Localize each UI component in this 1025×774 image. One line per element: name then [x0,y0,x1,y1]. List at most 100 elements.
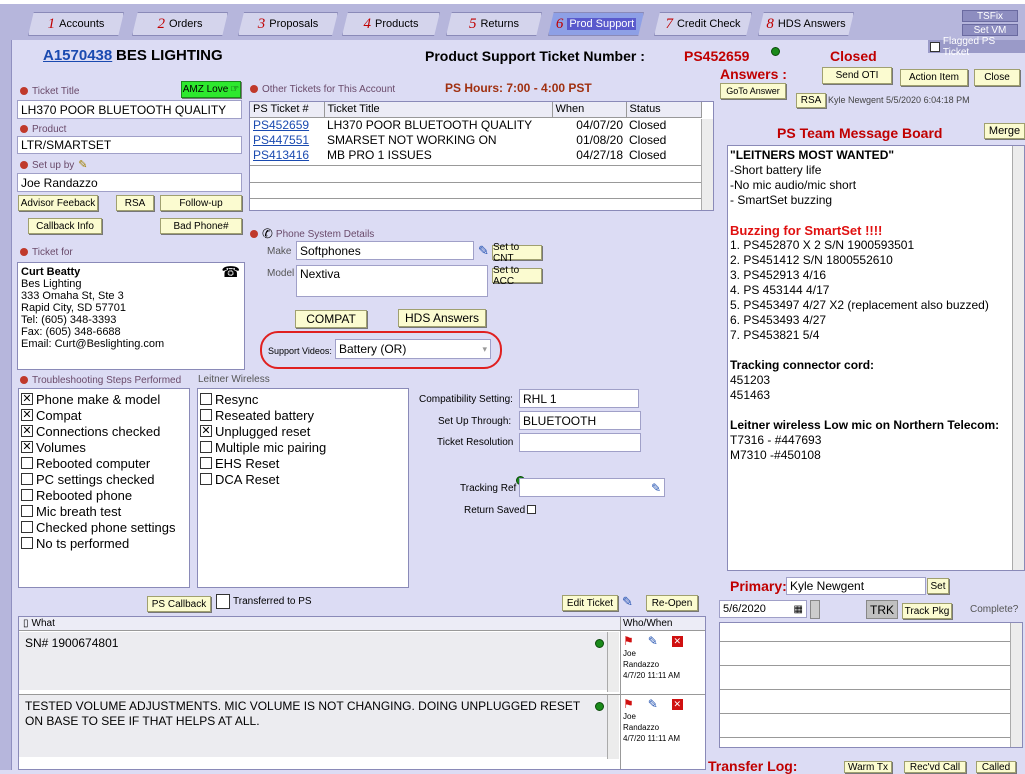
tab-orders[interactable]: 2 Orders [132,12,228,36]
ps-callback-button[interactable]: PS Callback [147,596,211,612]
note-scrollbar[interactable] [607,632,619,692]
checkbox[interactable] [21,505,33,517]
set-to-acc-button[interactable]: Set to ACC [492,265,542,287]
checklist-item[interactable]: DCA Reset [200,471,406,487]
tab-accounts[interactable]: 1 Accounts [28,12,124,36]
transferred-to-ps[interactable]: Transferred to PS [216,594,312,609]
checklist-item[interactable]: Rebooted phone [21,487,187,503]
checkbox[interactable] [21,489,33,501]
pencil-icon[interactable]: ✎ [648,635,658,647]
send-oti-button[interactable]: Send OTI [822,67,892,84]
pencil-icon[interactable]: ✎ [651,481,661,495]
bad-phone-button[interactable]: Bad Phone# [160,218,242,234]
set-button[interactable]: Set [927,578,949,594]
ticket-id-cell[interactable]: PS452659 [250,117,324,132]
checklist-item[interactable]: Reseated battery [200,407,406,423]
checkbox[interactable] [21,521,33,533]
compat-button[interactable]: COMPAT [295,310,367,328]
tracking-ref-field[interactable]: ✎ [519,478,665,497]
flag-icon[interactable]: ⚑ [623,635,634,647]
checklist-item[interactable]: Rebooted computer [21,455,187,471]
checklist-item[interactable]: ✕ Unplugged reset [200,423,406,439]
checkbox[interactable] [200,457,212,469]
board-scrollbar[interactable] [1012,146,1024,570]
checkbox[interactable]: ✕ [21,441,33,453]
checklist-item[interactable]: No ts performed [21,535,187,551]
checkbox[interactable]: ✕ [21,393,33,405]
note-entry[interactable]: TESTED VOLUME ADJUSTMENTS. MIC VOLUME IS… [19,695,607,757]
return-saved-checkbox[interactable] [527,505,537,514]
note-entry[interactable]: SN# 1900674801 [19,632,607,690]
checkbox[interactable]: ✕ [200,425,212,437]
checkbox[interactable] [200,393,212,405]
ticket-resolution-field[interactable] [519,433,641,452]
support-videos-select[interactable]: Battery (OR) ▾ [335,339,491,359]
telephone-icon[interactable]: ☎ [221,265,240,280]
called-button[interactable]: Called [976,761,1016,773]
tab-products[interactable]: 4 Products [342,12,440,36]
checklist-item[interactable]: PC settings checked [21,471,187,487]
setup-by-field[interactable]: Joe Randazzo [17,173,242,192]
checklist-item[interactable]: Resync [200,391,406,407]
col-status[interactable]: Status [626,102,702,118]
set-to-cnt-button[interactable]: Set to CNT [492,242,542,264]
date-field[interactable]: 5/6/2020 ▦ [719,600,807,618]
checkbox[interactable]: ✕ [21,425,33,437]
checkbox[interactable] [200,473,212,485]
trk-button[interactable]: TRK [866,600,898,619]
merge-button[interactable]: Merge [984,123,1025,139]
checkbox[interactable] [21,457,33,469]
col-when[interactable]: When [552,102,627,118]
tab-proposals[interactable]: 3 Proposals [238,12,338,36]
checkbox[interactable] [200,441,212,453]
checklist-item[interactable]: ✕ Phone make & model [21,391,187,407]
tab-credit-check[interactable]: 7 Credit Check [654,12,752,36]
rsa-right-button[interactable]: RSA [796,93,826,108]
action-item-button[interactable]: Action Item [900,69,968,86]
ticket-id-link[interactable]: PS413416 [253,148,309,162]
checklist-item[interactable]: ✕ Volumes [21,439,187,455]
advisor-feedback-button[interactable]: Advisor Feeback [18,195,98,211]
tab-prod-support[interactable]: 6 Prod Support [548,12,644,36]
note-scrollbar[interactable] [607,695,619,759]
pencil-icon[interactable]: ✎ [478,243,489,259]
follow-up-button[interactable]: Follow-up [160,195,242,211]
checkbox[interactable] [21,537,33,549]
recvd-call-button[interactable]: Rec'vd Call [904,761,966,773]
tab-hds-answers[interactable]: 8 HDS Answers [758,12,854,36]
edit-ticket-button[interactable]: Edit Ticket [562,595,618,611]
compat-setting-field[interactable]: RHL 1 [519,389,639,408]
table-row[interactable]: PS452659 LH370 POOR BLUETOOTH QUALITY 04… [250,117,702,132]
flag-icon[interactable]: ⚑ [623,698,634,710]
set-vm-button[interactable]: Set VM [962,24,1018,36]
ticket-id-link[interactable]: PS452659 [253,118,309,132]
col-ticket-title[interactable]: Ticket Title [324,102,553,118]
ticket-id-cell[interactable]: PS413416 [250,147,324,162]
pencil-icon[interactable]: ✎ [648,698,658,710]
reopen-button[interactable]: Re-Open [646,595,698,611]
message-board[interactable]: "LEITNERS MOST WANTED" -Short battery lif… [727,145,1025,571]
checklist-item[interactable]: ✕ Connections checked [21,423,187,439]
delete-icon[interactable]: ✕ [671,698,683,710]
warm-tx-button[interactable]: Warm Tx [844,761,892,773]
tickets-scrollbar[interactable] [701,119,713,210]
tab-returns[interactable]: 5 Returns [446,12,542,36]
checklist-item[interactable]: ✕ Compat [21,407,187,423]
table-row[interactable]: PS447551 SMARSET NOT WORKING ON 01/08/20… [250,132,702,147]
checklist-item[interactable]: Checked phone settings [21,519,187,535]
delete-icon[interactable]: ✕ [671,635,683,647]
transferred-checkbox[interactable] [216,594,230,609]
goto-answer-button[interactable]: GoTo Answer [720,83,786,99]
tracking-scrollbar[interactable] [1010,623,1022,747]
checklist-item[interactable]: EHS Reset [200,455,406,471]
close-button[interactable]: Close [974,69,1020,86]
hds-answers-button[interactable]: HDS Answers [398,309,486,327]
model-field[interactable]: Nextiva [296,265,488,297]
rsa-button[interactable]: RSA [116,195,154,211]
ticket-id-link[interactable]: PS447551 [253,133,309,147]
checkbox[interactable]: ✕ [21,409,33,421]
flagged-checkbox[interactable] [930,41,940,52]
pencil-icon[interactable]: ✎ [622,594,633,610]
checklist-item[interactable]: Mic breath test [21,503,187,519]
callback-info-button[interactable]: Callback Info [28,218,102,234]
